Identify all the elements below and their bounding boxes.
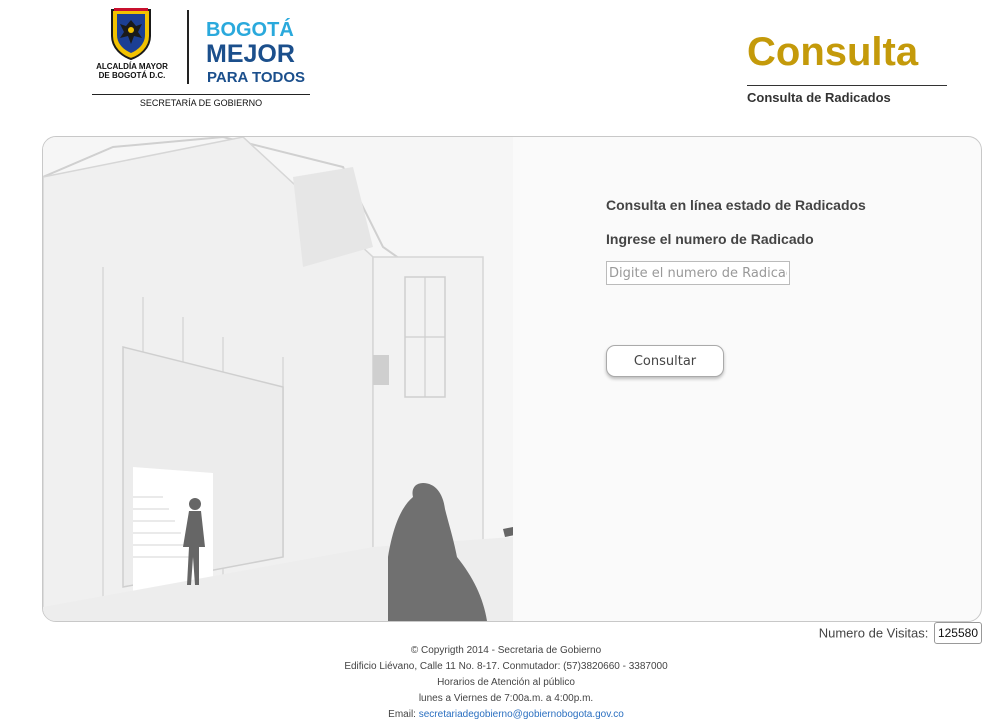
consultar-button[interactable]: Consultar	[606, 345, 724, 377]
heading-ingrese: Ingrese el numero de Radicado	[606, 231, 814, 247]
footer-copyright: © Copyrigth 2014 - Secretaria de Gobiern…	[410, 645, 602, 656]
logo-block: ALCALDÍA MAYOR DE BOGOTÁ D.C. BOGOTÁ MEJ…	[92, 8, 312, 110]
visits-label: Numero de Visitas:	[818, 625, 929, 641]
visit-counter: Numero de Visitas: 125580	[819, 622, 982, 644]
logo-divider	[187, 10, 189, 84]
bogota-logo-line2: MEJOR	[206, 40, 295, 68]
logo-rule	[92, 94, 310, 95]
footer: © Copyrigth 2014 - Secretaria de Gobiern…	[256, 643, 756, 723]
footer-hours-title: Horarios de Atención al público	[437, 677, 575, 688]
page-title: Consulta	[747, 30, 919, 74]
radicado-input[interactable]	[606, 261, 790, 285]
visits-count: 125580	[933, 622, 982, 644]
footer-hours: lunes a Viernes de 7:00a.m. a 4:00p.m.	[418, 693, 594, 704]
title-rule	[747, 85, 947, 86]
heading-online: Consulta en línea estado de Radicados	[606, 197, 866, 213]
footer-email-link[interactable]: secretariadegobierno@gobiernobogota.gov.…	[419, 709, 624, 720]
alcaldia-text: ALCALDÍA MAYOR DE BOGOTÁ D.C.	[92, 62, 172, 80]
main-panel: Consulta en línea estado de Radicados In…	[42, 136, 982, 622]
page-subtitle: Consulta de Radicados	[747, 90, 891, 105]
alcaldia-line2: DE BOGOTÁ D.C.	[98, 71, 166, 80]
footer-email-label: Email:	[388, 709, 416, 720]
secretaria-label: SECRETARÍA DE GOBIERNO	[139, 98, 263, 108]
alcaldia-shield-icon	[111, 8, 151, 60]
consulta-form: Consulta en línea estado de Radicados In…	[606, 197, 966, 377]
footer-address: Edificio Liévano, Calle 11 No. 8-17. Con…	[344, 661, 668, 672]
bogota-logo-line1: BOGOTÁ	[206, 18, 294, 41]
footer-email-line: Email: secretariadegobierno@gobiernobogo…	[256, 707, 756, 723]
bogota-logo-line3: PARA TODOS	[207, 69, 305, 86]
building-illustration	[43, 137, 513, 621]
alcaldia-line1: ALCALDÍA MAYOR	[96, 62, 168, 71]
bogota-logo-icon: BOGOTÁ MEJOR PARA TODOS	[206, 18, 305, 86]
